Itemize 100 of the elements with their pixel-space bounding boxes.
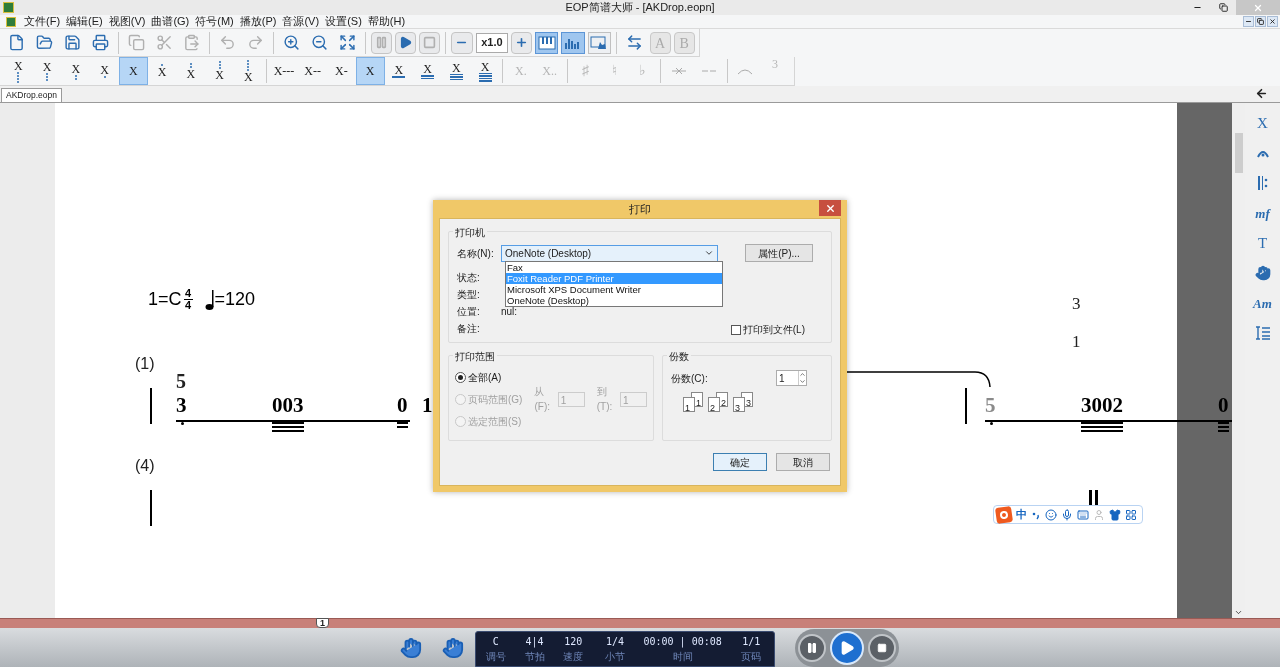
dropdown-option[interactable]: Fax [506, 262, 722, 273]
note-duration-button[interactable]: X-- [298, 57, 328, 85]
menu-item[interactable]: 编辑(E) [63, 16, 106, 27]
close-icon [1269, 18, 1276, 25]
note-number: 5 [985, 395, 996, 425]
close-button[interactable] [819, 200, 841, 216]
note-number: 1 [422, 395, 433, 419]
note-duration-button[interactable]: X [384, 57, 414, 85]
view-mode-button[interactable] [535, 31, 559, 54]
chevron-down-icon[interactable] [1234, 608, 1243, 617]
note-number: 1 [1072, 331, 1081, 353]
note-duration-button[interactable]: X [442, 57, 471, 85]
sidebar-tool[interactable]: mf [1255, 206, 1270, 220]
field-label: 状态: [457, 271, 481, 285]
note-octave-button[interactable]: X [147, 57, 177, 85]
scrollbar-thumb[interactable] [1234, 133, 1243, 173]
dropdown-option[interactable]: Microsoft XPS Document Writer [506, 284, 722, 295]
time-signature: 4 4 [183, 288, 193, 311]
grid-icon[interactable] [1125, 508, 1137, 521]
chevron-up-icon [799, 371, 806, 378]
page-sheet: 2 [708, 397, 720, 412]
note-octave-button[interactable]: X [32, 57, 62, 85]
microphone-icon[interactable] [1061, 508, 1073, 521]
status-label: 调号 [484, 650, 507, 664]
quarter-note-icon [204, 288, 215, 311]
repeat-bar-icon[interactable] [1256, 175, 1269, 191]
fit-page-icon [338, 34, 356, 51]
group-title: 打印机 [453, 225, 487, 240]
sidebar-tool[interactable]: X [1257, 115, 1268, 131]
sidebar-tool[interactable]: Am [1253, 296, 1272, 310]
sidebar-tool[interactable]: T [1257, 235, 1268, 251]
note-duration-button[interactable]: X [470, 57, 500, 85]
menu-item[interactable]: 曲谱(G) [148, 16, 193, 27]
dash-line-icon [700, 69, 717, 73]
restore-button[interactable] [1255, 16, 1266, 27]
arrow-left-icon[interactable] [1255, 87, 1268, 100]
note-octave-button[interactable]: X [233, 57, 263, 85]
radio-button[interactable]: 全部(A) [455, 369, 502, 385]
minimize-icon [1245, 18, 1252, 25]
zoom-field[interactable]: x1.0 [475, 32, 509, 53]
note-duration-button[interactable]: X- [327, 57, 356, 85]
checkbox-label: 打印到文件(L) [742, 323, 805, 337]
document-tab[interactable]: AKDrop.eopn [1, 88, 63, 102]
status-value: 1/4 [605, 635, 626, 649]
plus-button[interactable] [511, 31, 533, 54]
stop-button[interactable] [868, 633, 896, 662]
checkbox[interactable] [730, 324, 741, 335]
save-icon [63, 34, 81, 51]
menu-item[interactable]: 文件(F) [21, 16, 64, 27]
note-duration-button[interactable]: X--- [269, 57, 299, 85]
menu-item[interactable]: 播放(P) [236, 16, 280, 27]
measure-number: (4) [135, 456, 155, 476]
emoji-icon[interactable] [1045, 508, 1057, 521]
pause-button[interactable] [798, 633, 826, 662]
hand-icon[interactable] [442, 636, 464, 659]
keyboard-icon[interactable] [1077, 508, 1089, 521]
line-spacing-icon[interactable] [1254, 326, 1271, 340]
stop-icon [423, 36, 437, 49]
status-value: 1/1 [741, 635, 762, 649]
printer-dropdown[interactable]: OneNote (Desktop) [501, 244, 718, 262]
note-octave-button[interactable]: X [4, 57, 33, 85]
undo-icon [219, 34, 237, 51]
menu-item[interactable]: 音源(V) [279, 16, 323, 27]
hand-screen-icon [590, 35, 609, 50]
restore-icon [1257, 18, 1264, 25]
note-duration-button[interactable]: X [355, 57, 385, 85]
play-button[interactable] [395, 31, 417, 54]
zoom-out-icon [311, 34, 329, 51]
language-toggle[interactable]: 中 [1016, 509, 1027, 520]
hand-icon[interactable] [1254, 265, 1271, 281]
menu-item[interactable]: 视图(V) [105, 16, 149, 27]
copies-spinner[interactable]: 1 [776, 370, 807, 386]
view-mode-button[interactable] [587, 31, 611, 54]
note-octave-button[interactable]: X [61, 57, 91, 85]
folder-icon [35, 34, 53, 51]
minimize-button[interactable] [1243, 16, 1254, 27]
note-octave-button[interactable]: X [205, 57, 234, 85]
note-number: 3 [176, 395, 187, 425]
note-octave-button[interactable]: X [90, 57, 119, 85]
shirt-icon[interactable] [1109, 508, 1121, 521]
zoom-in-icon [283, 34, 301, 51]
menu-item[interactable]: 帮助(H) [364, 16, 409, 27]
menu-item[interactable]: 符号(M) [192, 16, 237, 27]
copy-icon [127, 34, 145, 51]
note-octave-button[interactable]: X [118, 57, 148, 85]
dialog-button[interactable]: 确定 [713, 453, 767, 471]
arc-icon[interactable] [1255, 148, 1270, 158]
note-octave-button[interactable]: X [176, 57, 206, 85]
hand-icon[interactable] [400, 636, 422, 659]
menu-item[interactable]: 设置(S) [322, 16, 365, 27]
dialog-title: 打印 [629, 201, 651, 217]
close-button[interactable] [1267, 16, 1278, 27]
properties-button[interactable]: 属性(P)... [745, 244, 813, 262]
dropdown-option[interactable]: OneNote (Desktop) [506, 295, 722, 306]
view-mode-button[interactable] [561, 31, 585, 54]
play-button[interactable] [830, 630, 864, 665]
keyboard-icon [537, 35, 556, 50]
dialog-button[interactable]: 取消 [776, 453, 830, 471]
status-label: 小节 [604, 650, 627, 664]
note-duration-button[interactable]: X [413, 57, 442, 85]
